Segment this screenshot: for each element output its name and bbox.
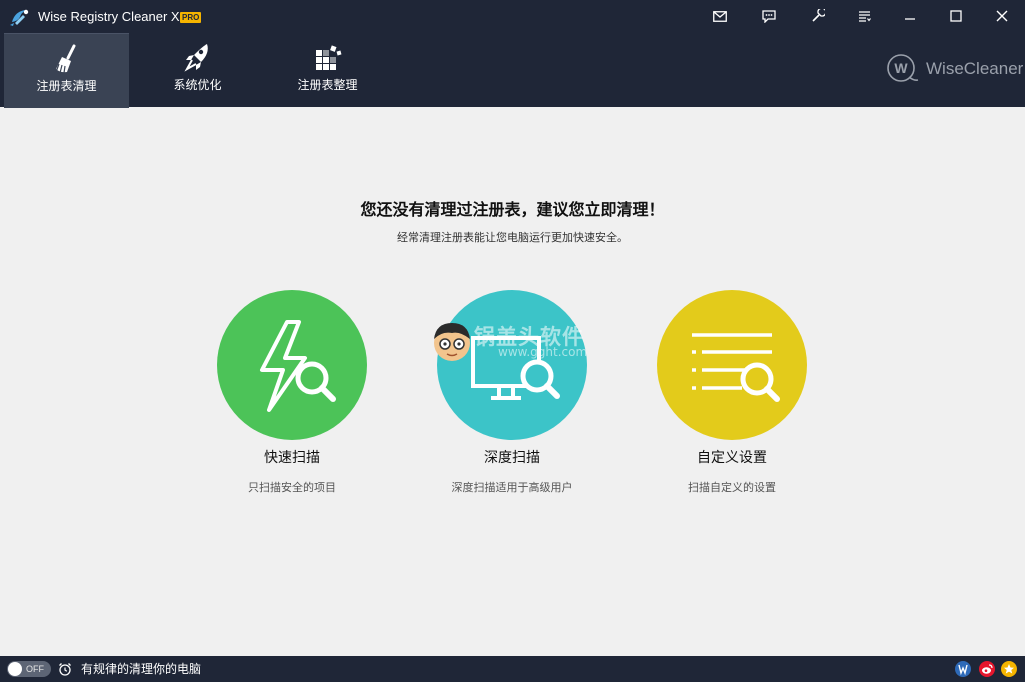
pro-badge: PRO	[180, 12, 202, 23]
homepage-icon	[958, 664, 968, 676]
tab-registry-cleaner[interactable]: 注册表清理	[4, 33, 129, 108]
toggle-label: OFF	[26, 664, 44, 674]
tab-registry-defrag[interactable]: 注册表整理	[265, 33, 390, 107]
maximize-button[interactable]	[943, 4, 969, 28]
custom-settings-circle[interactable]	[657, 290, 807, 440]
monitor-search-icon	[471, 336, 560, 400]
status-bar: OFF 有规律的清理你的电脑	[0, 656, 1025, 682]
tab-label: 系统优化	[173, 78, 222, 92]
deep-scan-button[interactable]: 深度扫描 深度扫描适用于高级用户	[417, 290, 607, 505]
blocks-icon	[315, 45, 341, 70]
minimize-icon	[905, 18, 915, 20]
rate-icon	[1004, 664, 1014, 674]
feedback-icon	[762, 9, 776, 23]
deep-scan-title: 深度扫描	[484, 450, 540, 466]
app-window: Wise Registry Cleaner X PRO 注册表清理 系统优化 注…	[0, 0, 1025, 682]
schedule-text: 有规律的清理你的电脑	[81, 662, 202, 676]
page-subline: 经常清理注册表能让您电脑运行更加快速安全。	[397, 231, 628, 244]
mail-button[interactable]	[707, 4, 733, 28]
brand-text: WiseCleaner	[926, 59, 1024, 78]
deep-scan-desc: 深度扫描适用于高级用户	[451, 481, 573, 494]
list-search-icon	[692, 333, 780, 402]
weibo-button[interactable]	[979, 661, 995, 677]
deep-scan-circle[interactable]	[437, 290, 587, 440]
quick-scan-title: 快速扫描	[264, 450, 320, 466]
page-headline: 您还没有清理过注册表，建议您立即清理！	[360, 200, 665, 219]
alarm-clock-icon	[59, 663, 71, 676]
wisecleaner-brand[interactable]: W WiseCleaner	[886, 53, 1023, 85]
maximize-icon	[950, 10, 962, 22]
toggle-knob	[8, 662, 22, 676]
rocket-icon	[183, 44, 208, 72]
tab-system-optimize[interactable]: 系统优化	[135, 33, 260, 107]
quick-scan-button[interactable]: 快速扫描 只扫描安全的项目	[197, 290, 387, 505]
wisecleaner-logo-icon: W	[887, 54, 919, 82]
quick-scan-circle[interactable]	[217, 290, 367, 440]
tab-label: 注册表清理	[36, 79, 97, 93]
rate-button[interactable]	[1001, 661, 1017, 677]
tab-label: 注册表整理	[297, 78, 358, 92]
lightning-search-icon	[260, 320, 336, 412]
skin-icon	[812, 9, 825, 22]
close-icon	[996, 10, 1008, 22]
app-logo-icon	[10, 9, 29, 26]
title-bar: Wise Registry Cleaner X PRO	[0, 0, 1025, 32]
menu-button[interactable]	[851, 4, 877, 28]
header: Wise Registry Cleaner X PRO 注册表清理 系统优化 注…	[0, 0, 1025, 108]
schedule-toggle[interactable]: OFF	[7, 661, 51, 677]
feedback-button[interactable]	[756, 4, 782, 28]
weibo-icon	[982, 664, 993, 674]
skin-button[interactable]	[805, 4, 831, 28]
brand-logo-letter: W	[894, 60, 908, 76]
custom-settings-button[interactable]: 自定义设置 扫描自定义的设置	[637, 290, 827, 505]
homepage-button[interactable]	[955, 661, 971, 677]
close-button[interactable]	[989, 4, 1015, 28]
menu-icon	[858, 11, 871, 22]
custom-settings-title: 自定义设置	[697, 450, 767, 466]
broom-icon	[54, 44, 75, 74]
app-title: Wise Registry Cleaner X	[38, 9, 180, 24]
custom-settings-desc: 扫描自定义的设置	[688, 481, 776, 494]
minimize-button[interactable]	[897, 4, 923, 28]
mail-icon	[713, 10, 727, 22]
quick-scan-desc: 只扫描安全的项目	[248, 481, 336, 494]
